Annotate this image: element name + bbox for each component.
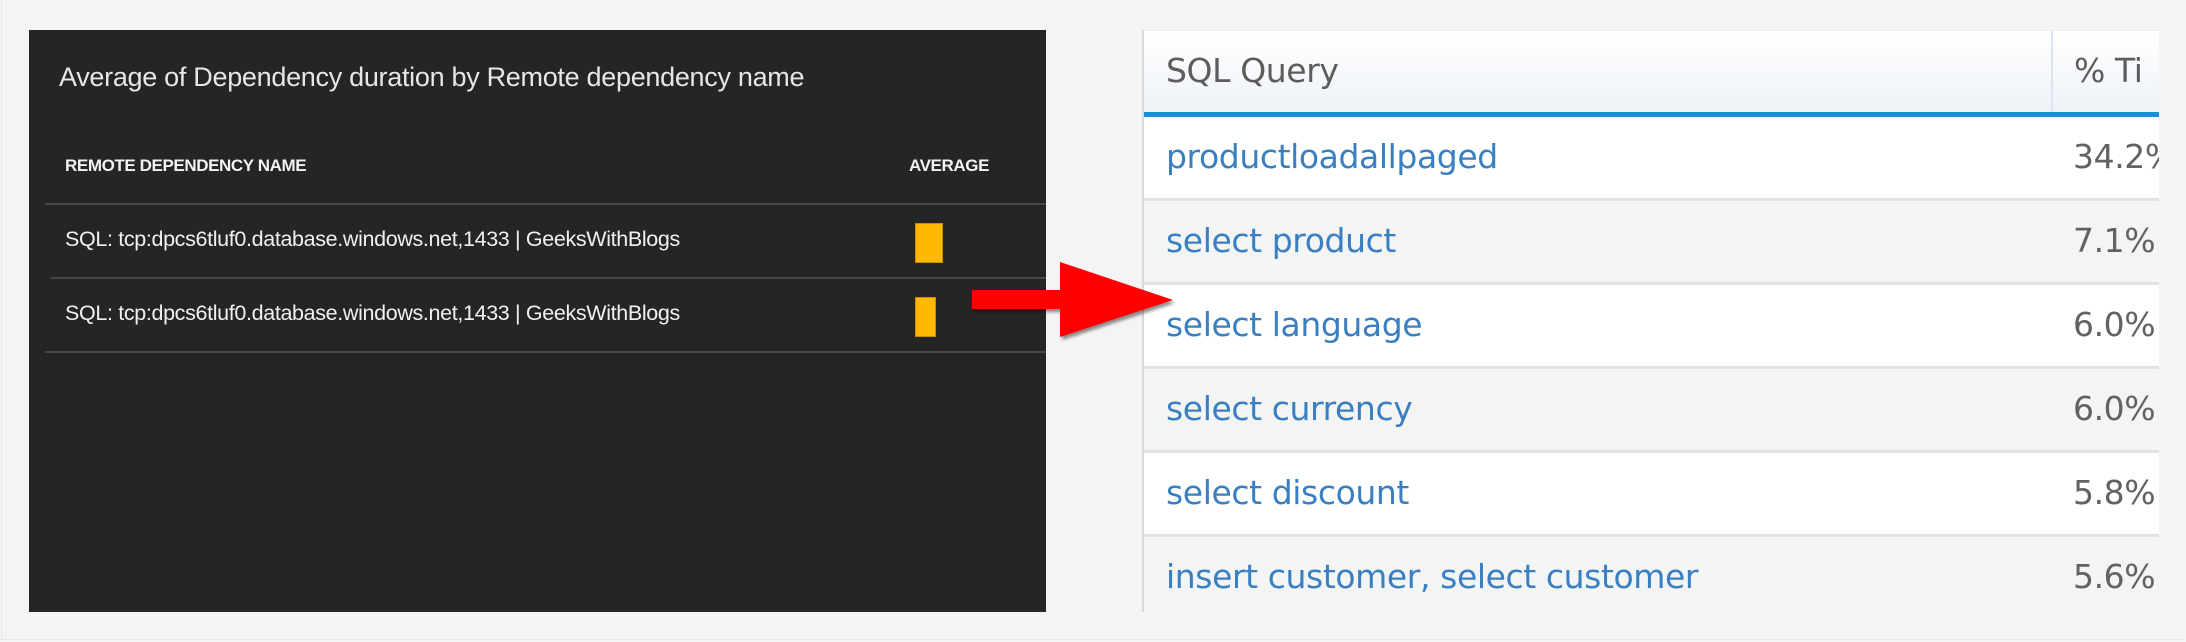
table-row: select language 6.0% bbox=[1144, 285, 2159, 369]
percent-time-cell: 5.8% bbox=[2073, 473, 2156, 512]
percent-time-cell: 6.0% bbox=[2073, 305, 2156, 344]
table-row: select currency 6.0% bbox=[1144, 369, 2159, 453]
average-bar-cell bbox=[915, 297, 943, 337]
visual-table-header: REMOTE DEPENDENCY NAME AVERAGE bbox=[29, 150, 1046, 203]
table-row: select discount 5.8% bbox=[1144, 453, 2159, 537]
percent-time-cell: 7.1% bbox=[2073, 221, 2156, 260]
sql-query-link[interactable]: select language bbox=[1166, 305, 1423, 344]
percent-time-cell: 6.0% bbox=[2073, 389, 2156, 428]
percent-time-cell: 34.2% bbox=[2073, 137, 2159, 176]
column-divider[interactable] bbox=[2051, 31, 2053, 113]
sql-query-link[interactable]: select discount bbox=[1166, 473, 1409, 512]
arrow-right-icon bbox=[972, 262, 1173, 337]
table-row[interactable]: SQL: tcp:dpcs6tluf0.database.windows.net… bbox=[29, 279, 1046, 352]
column-header-average[interactable]: AVERAGE bbox=[909, 156, 989, 176]
visual-title: Average of Dependency duration by Remote… bbox=[59, 62, 805, 92]
remote-dependency-name-cell: SQL: tcp:dpcs6tluf0.database.windows.net… bbox=[65, 301, 680, 325]
sql-query-link[interactable]: productloadallpaged bbox=[1166, 137, 1498, 176]
average-data-bar bbox=[915, 297, 936, 337]
average-data-bar bbox=[915, 223, 943, 263]
table-row: productloadallpaged 34.2% bbox=[1144, 117, 2159, 201]
table-row[interactable]: SQL: tcp:dpcs6tluf0.database.windows.net… bbox=[29, 205, 1046, 278]
percent-time-cell: 5.6% bbox=[2073, 557, 2156, 596]
sql-query-link[interactable]: select currency bbox=[1166, 389, 1413, 428]
column-header-remote-dependency-name[interactable]: REMOTE DEPENDENCY NAME bbox=[65, 156, 307, 176]
average-bar-cell bbox=[915, 223, 943, 263]
arrow-shape bbox=[972, 262, 1173, 337]
sql-query-link[interactable]: select product bbox=[1166, 221, 1396, 260]
sql-query-table: SQL Query % Ti productloadallpaged 34.2%… bbox=[1142, 30, 2159, 612]
table-row: insert customer, select customer 5.6% bbox=[1144, 537, 2159, 612]
sql-table-header: SQL Query % Ti bbox=[1144, 30, 2159, 113]
row-divider bbox=[45, 351, 1046, 353]
remote-dependency-name-cell: SQL: tcp:dpcs6tluf0.database.windows.net… bbox=[65, 227, 680, 251]
sql-query-link[interactable]: insert customer, select customer bbox=[1166, 557, 1698, 596]
column-header-sql-query[interactable]: SQL Query bbox=[1166, 51, 1339, 90]
table-row: select product 7.1% bbox=[1144, 201, 2159, 285]
column-header-percent-time[interactable]: % Ti bbox=[2074, 51, 2143, 90]
dependency-duration-visual: Average of Dependency duration by Remote… bbox=[29, 30, 1046, 612]
